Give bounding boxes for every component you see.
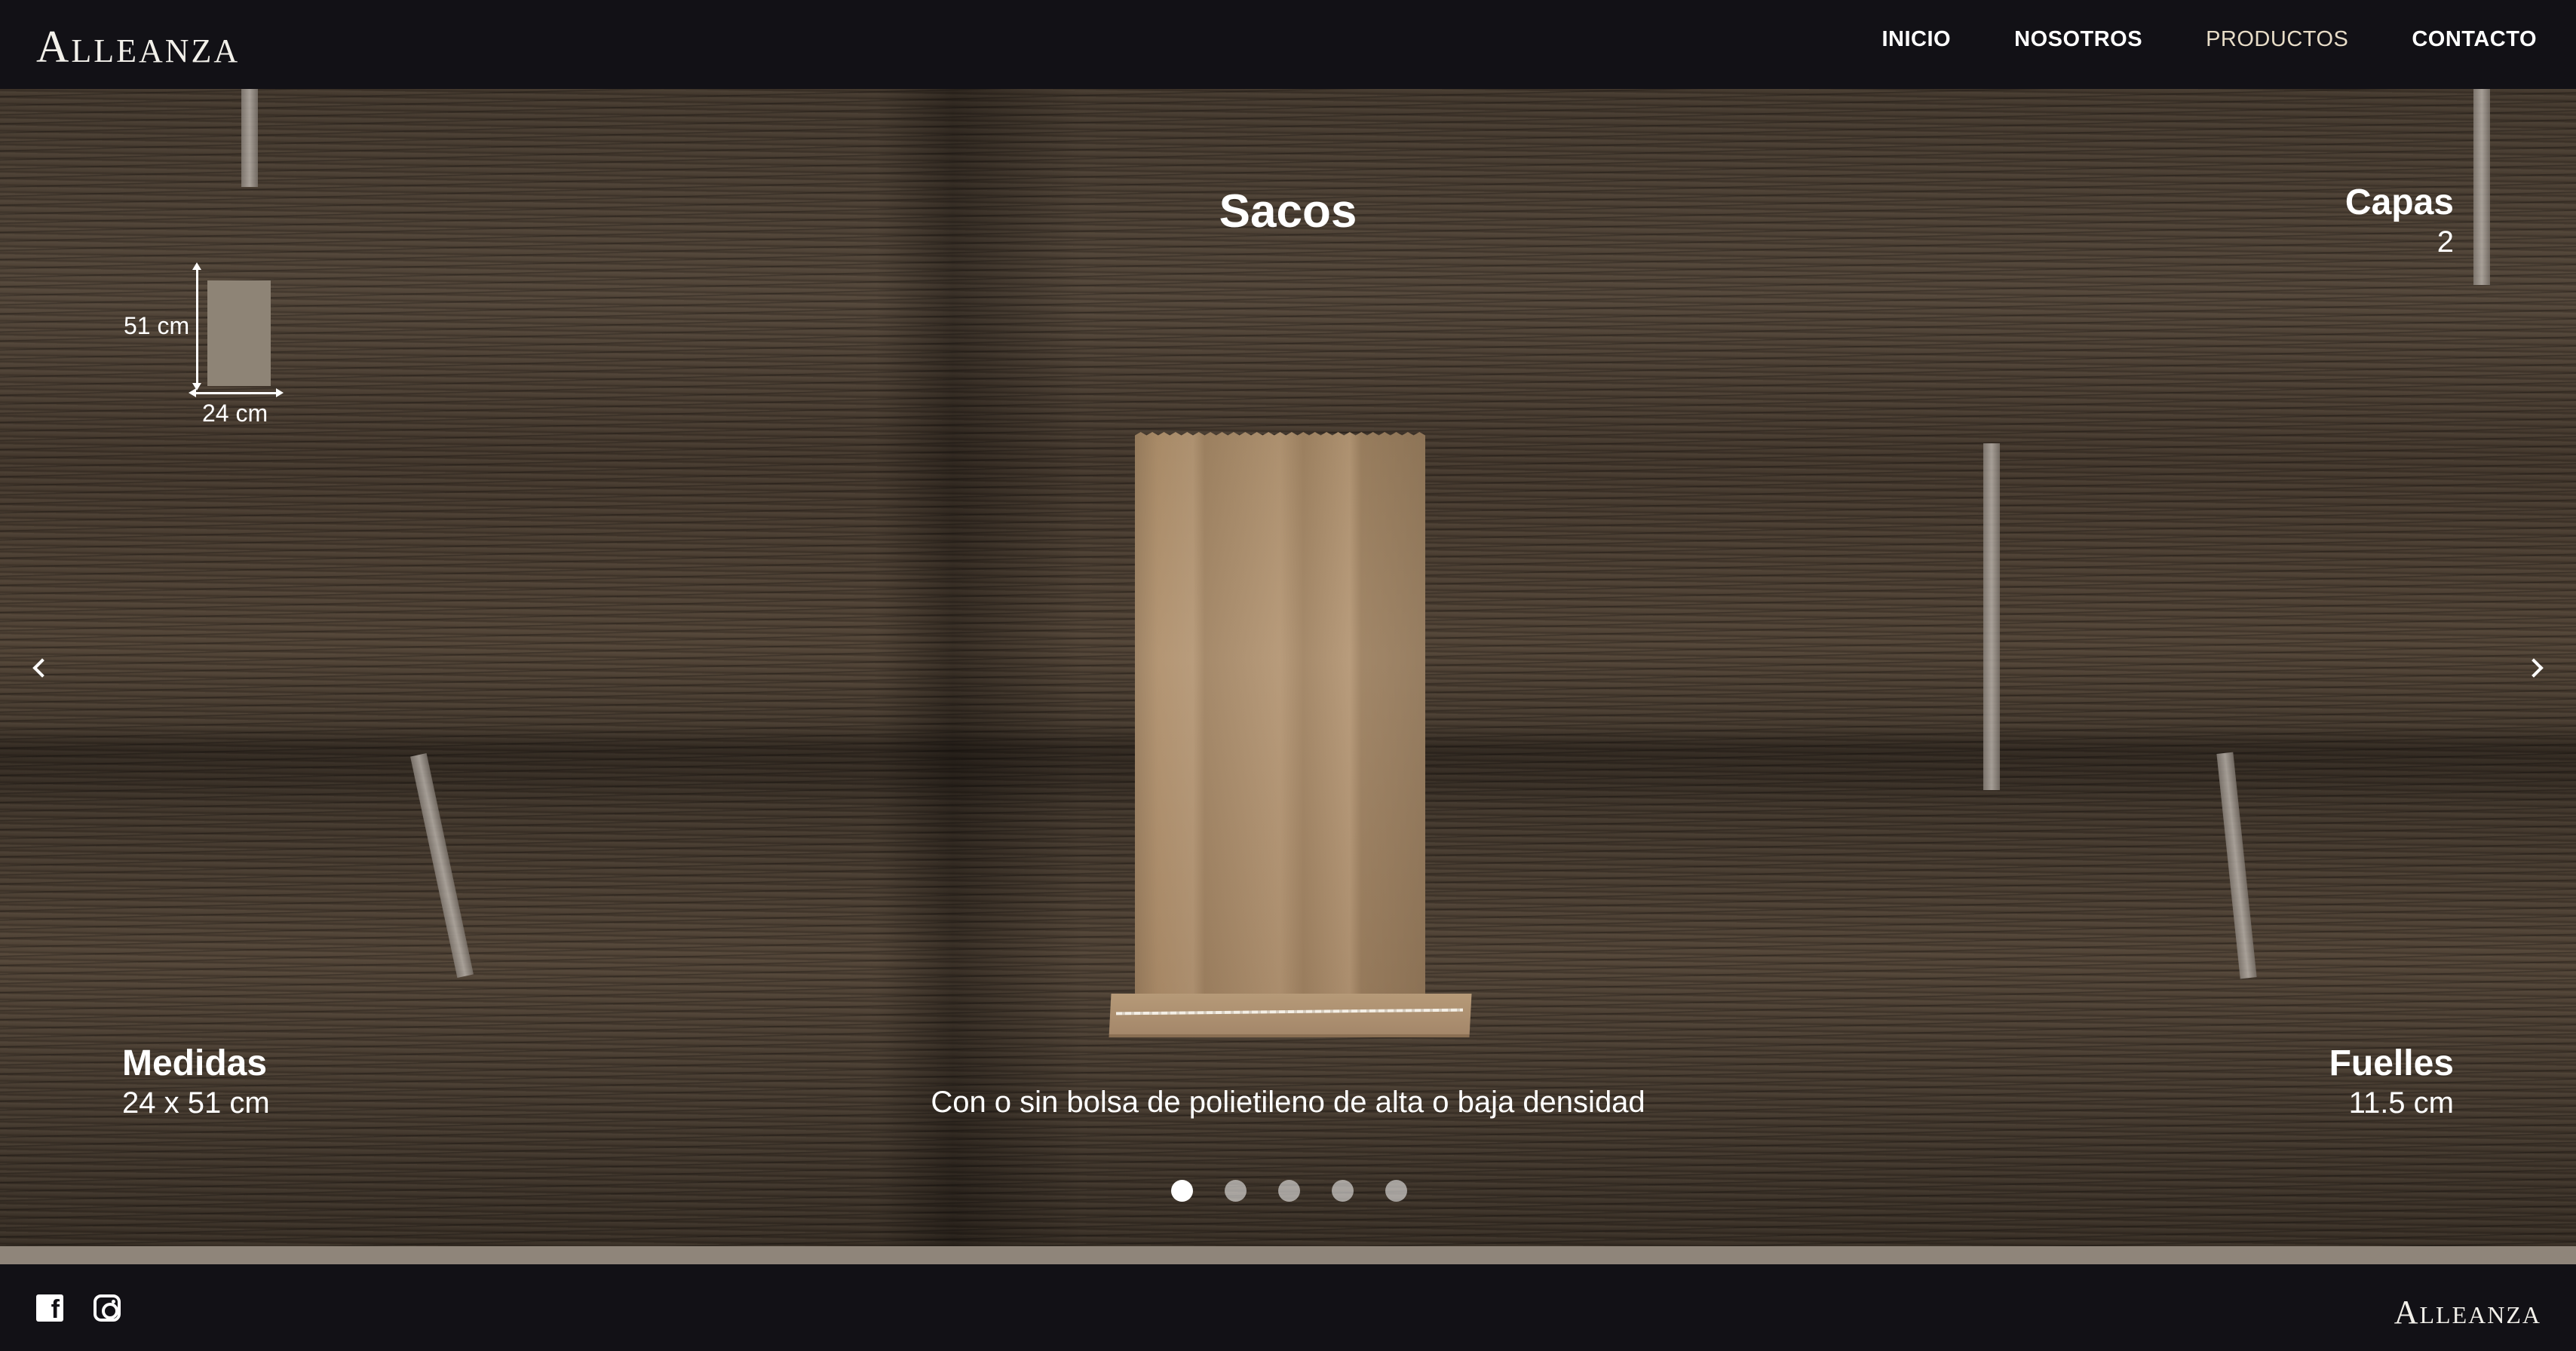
height-label: 51 cm — [124, 312, 190, 339]
product-bag-image — [1135, 432, 1425, 997]
bundle-strap — [410, 752, 474, 979]
carousel-dot-1[interactable] — [1171, 1180, 1193, 1202]
carousel-prev-button[interactable] — [20, 645, 65, 691]
chevron-right-icon — [2524, 658, 2544, 678]
facebook-icon[interactable] — [36, 1294, 63, 1325]
product-bag-bottom — [1109, 994, 1472, 1037]
bundle-strap — [1983, 443, 2000, 790]
stat-fuelles-label: Fuelles — [2329, 1043, 2454, 1083]
footer-logo-rest: LLEANZA — [2419, 1301, 2541, 1328]
footer-logo[interactable]: ALLEANZA — [2394, 1293, 2541, 1331]
product-title: Sacos — [1219, 185, 1357, 237]
arrow-left-icon — [189, 388, 196, 397]
product-carousel: 51 cm 24 cm Sacos Capas 2 Medidas 24 x 5… — [0, 89, 2576, 1246]
stat-capas-label: Capas — [2344, 182, 2454, 222]
carousel-dot-5[interactable] — [1385, 1180, 1407, 1202]
site-footer: ALLEANZA — [0, 1264, 2576, 1351]
stat-medidas-label: Medidas — [122, 1043, 268, 1083]
width-label: 24 cm — [202, 400, 268, 427]
brand-logo-rest: LLEANZA — [71, 32, 241, 69]
arrow-right-icon — [276, 388, 284, 397]
carousel-dot-2[interactable] — [1225, 1180, 1247, 1202]
carousel-pagination — [1171, 1180, 1407, 1202]
brand-logo[interactable]: ALLEANZA — [36, 21, 240, 73]
carousel-next-button[interactable] — [2511, 645, 2556, 691]
carousel-dot-3[interactable] — [1278, 1180, 1300, 1202]
brand-logo-initial: A — [36, 22, 72, 72]
nav-item-productos[interactable]: PRODUCTOS — [2206, 27, 2348, 52]
bundle-strap — [2216, 752, 2257, 979]
arrow-up-icon — [192, 262, 201, 270]
site-header: ALLEANZA INICIO NOSOTROS PRODUCTOS CONTA… — [0, 0, 2576, 89]
hero-bottom-strip — [0, 1246, 2576, 1264]
nav-item-contacto[interactable]: CONTACTO — [2412, 27, 2537, 52]
nav-item-nosotros[interactable]: NOSOTROS — [2014, 27, 2142, 52]
stat-capas-value: 2 — [2436, 225, 2454, 259]
footer-logo-initial: A — [2394, 1294, 2420, 1331]
product-description: Con o sin bolsa de polietileno de alta o… — [931, 1086, 1645, 1119]
instagram-icon[interactable] — [94, 1294, 121, 1322]
main-nav: INICIO NOSOTROS PRODUCTOS CONTACTO — [1882, 27, 2538, 52]
bundle-strap — [241, 89, 258, 187]
nav-item-inicio[interactable]: INICIO — [1882, 27, 1952, 52]
dimension-diagram: 51 cm 24 cm — [121, 262, 302, 428]
width-line — [193, 392, 278, 394]
social-links — [36, 1294, 121, 1325]
bag-size-rect — [207, 280, 271, 386]
carousel-dot-4[interactable] — [1332, 1180, 1354, 1202]
chevron-left-icon — [32, 658, 52, 678]
stat-capas: Capas 2 — [2344, 182, 2454, 261]
height-line — [196, 267, 198, 388]
